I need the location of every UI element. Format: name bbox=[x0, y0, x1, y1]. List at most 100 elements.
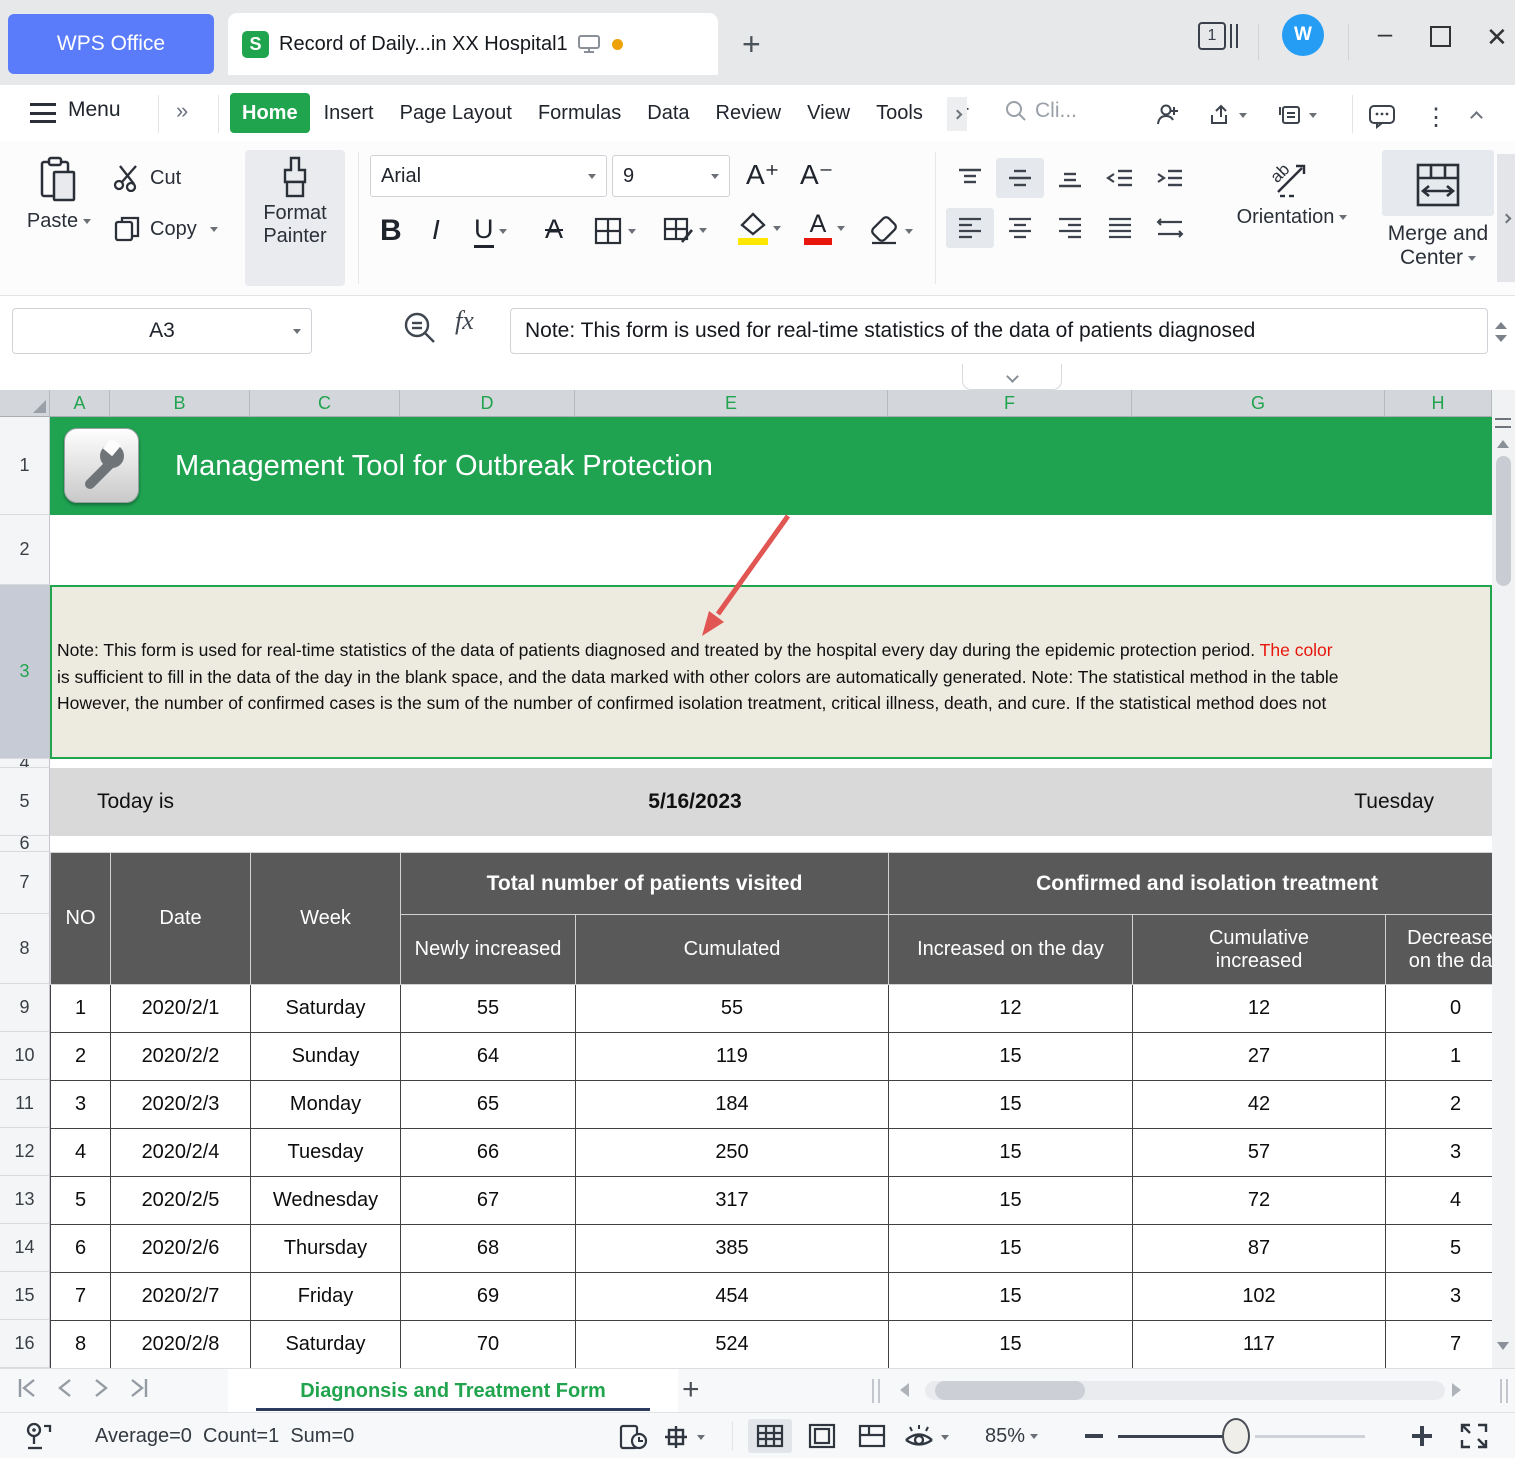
row-header-4[interactable]: 4 bbox=[0, 759, 50, 768]
selection-stats-icon[interactable] bbox=[22, 1422, 62, 1452]
cell-E11[interactable]: 184 bbox=[576, 1081, 889, 1129]
cut-button[interactable]: Cut bbox=[112, 164, 181, 192]
horizontal-scrollbar[interactable] bbox=[925, 1381, 1445, 1400]
column-header-C[interactable]: C bbox=[250, 390, 400, 417]
row-header-10[interactable]: 10 bbox=[0, 1032, 50, 1080]
add-collaborator-icon[interactable] bbox=[1155, 103, 1181, 127]
column-header-G[interactable]: G bbox=[1132, 390, 1385, 417]
cell-D12[interactable]: 66 bbox=[401, 1129, 576, 1177]
font-size-select[interactable]: 9 bbox=[612, 155, 730, 197]
title-banner-cell[interactable]: Management Tool for Outbreak Protection bbox=[50, 417, 1492, 515]
cell-F16[interactable]: 15 bbox=[889, 1321, 1133, 1369]
today-row[interactable]: Today is 5/16/2023 Tuesday bbox=[50, 768, 1492, 836]
cell-A16[interactable]: 8 bbox=[51, 1321, 111, 1369]
header-newly-increased[interactable]: Newly increased bbox=[401, 915, 576, 985]
hscroll-split-left[interactable] bbox=[872, 1379, 880, 1403]
collapse-ribbon-icon[interactable] bbox=[1472, 109, 1481, 127]
decrease-font-button[interactable]: A⁻ bbox=[800, 158, 833, 191]
pin-to-taskbar-button[interactable] bbox=[1278, 103, 1317, 127]
comment-icon[interactable] bbox=[1368, 103, 1396, 129]
cell-D13[interactable]: 67 bbox=[401, 1177, 576, 1225]
cell-G10[interactable]: 27 bbox=[1133, 1033, 1386, 1081]
selection-statistics[interactable]: Average=0 Count=1 Sum=0 bbox=[95, 1413, 354, 1458]
cell-E9[interactable]: 55 bbox=[576, 985, 889, 1033]
italic-button[interactable]: I bbox=[432, 214, 440, 246]
align-middle-button[interactable] bbox=[996, 158, 1044, 198]
cell-F9[interactable]: 12 bbox=[889, 985, 1133, 1033]
cell-G11[interactable]: 42 bbox=[1133, 1081, 1386, 1129]
underline-button[interactable]: U bbox=[474, 214, 507, 248]
cell-G16[interactable]: 117 bbox=[1133, 1321, 1386, 1369]
last-sheet-button[interactable] bbox=[126, 1375, 152, 1401]
row-header-7[interactable]: 7 bbox=[0, 852, 50, 914]
row-header-8[interactable]: 8 bbox=[0, 914, 50, 984]
cell-D14[interactable]: 68 bbox=[401, 1225, 576, 1273]
header-date[interactable]: Date bbox=[111, 853, 251, 985]
cell-A11[interactable]: 3 bbox=[51, 1081, 111, 1129]
note-cell-a3[interactable]: Note: This form is used for real-time st… bbox=[50, 585, 1492, 759]
cell-E15[interactable]: 454 bbox=[576, 1273, 889, 1321]
command-search[interactable]: Cli... bbox=[1005, 99, 1077, 123]
ribbon-tab-formulas[interactable]: Formulas bbox=[526, 93, 633, 133]
ribbon-tab-tools[interactable]: Tools bbox=[864, 93, 935, 133]
copy-button[interactable]: Copy bbox=[112, 214, 218, 244]
expand-formula-bar-button[interactable] bbox=[962, 364, 1062, 390]
cell-H12[interactable]: 3 bbox=[1386, 1129, 1493, 1177]
cell-D11[interactable]: 65 bbox=[401, 1081, 576, 1129]
cell-B13[interactable]: 2020/2/5 bbox=[111, 1177, 251, 1225]
cell-E12[interactable]: 250 bbox=[576, 1129, 889, 1177]
cell-G14[interactable]: 87 bbox=[1133, 1225, 1386, 1273]
formula-input[interactable]: Note: This form is used for real-time st… bbox=[510, 308, 1488, 354]
column-header-F[interactable]: F bbox=[888, 390, 1132, 417]
cell-A10[interactable]: 2 bbox=[51, 1033, 111, 1081]
borders-button[interactable] bbox=[593, 216, 636, 246]
column-header-B[interactable]: B bbox=[110, 390, 250, 417]
align-center-button[interactable] bbox=[996, 208, 1044, 248]
cell-B11[interactable]: 2020/2/3 bbox=[111, 1081, 251, 1129]
align-bottom-button[interactable] bbox=[1046, 158, 1094, 198]
align-right-button[interactable] bbox=[1046, 208, 1094, 248]
split-handle-icon[interactable] bbox=[1495, 418, 1511, 428]
cell-H16[interactable]: 7 bbox=[1386, 1321, 1493, 1369]
cell-D10[interactable]: 64 bbox=[401, 1033, 576, 1081]
cell-C16[interactable]: Saturday bbox=[251, 1321, 401, 1369]
cell-B16[interactable]: 2020/2/8 bbox=[111, 1321, 251, 1369]
ribbon-tab-review[interactable]: Review bbox=[704, 93, 794, 133]
cell-C10[interactable]: Sunday bbox=[251, 1033, 401, 1081]
column-header-E[interactable]: E bbox=[575, 390, 888, 417]
row-header-6[interactable]: 6 bbox=[0, 836, 50, 852]
reading-mode-eye-icon[interactable] bbox=[902, 1423, 949, 1451]
scroll-up-arrow[interactable] bbox=[1497, 440, 1509, 448]
cell-E16[interactable]: 524 bbox=[576, 1321, 889, 1369]
presentation-monitor-icon[interactable] bbox=[578, 34, 600, 54]
fill-color-button[interactable] bbox=[738, 212, 781, 245]
cell-E13[interactable]: 317 bbox=[576, 1177, 889, 1225]
scroll-down-arrow[interactable] bbox=[1497, 1342, 1509, 1350]
zoom-slider-thumb[interactable] bbox=[1222, 1418, 1250, 1454]
eraser-button[interactable] bbox=[868, 216, 913, 246]
zoom-out-button[interactable] bbox=[1085, 1434, 1103, 1438]
cell-A14[interactable]: 6 bbox=[51, 1225, 111, 1273]
header-increased-on-day[interactable]: Increased on the day bbox=[889, 915, 1133, 985]
align-left-button[interactable] bbox=[946, 208, 994, 248]
cell-C12[interactable]: Tuesday bbox=[251, 1129, 401, 1177]
font-name-select[interactable]: Arial bbox=[370, 155, 607, 197]
row-header-13[interactable]: 13 bbox=[0, 1176, 50, 1224]
cell-A9[interactable]: 1 bbox=[51, 985, 111, 1033]
cell-F11[interactable]: 15 bbox=[889, 1081, 1133, 1129]
row-header-3[interactable]: 3 bbox=[0, 585, 50, 759]
format-painter-button[interactable]: Format Painter bbox=[245, 150, 345, 286]
increase-indent-button[interactable] bbox=[1146, 158, 1194, 198]
ribbon-tab-home[interactable]: Home bbox=[230, 93, 310, 133]
cell-G12[interactable]: 57 bbox=[1133, 1129, 1386, 1177]
cell-E14[interactable]: 385 bbox=[576, 1225, 889, 1273]
cell-H15[interactable]: 3 bbox=[1386, 1273, 1493, 1321]
hscroll-split-right[interactable] bbox=[1500, 1379, 1508, 1403]
cell-C14[interactable]: Thursday bbox=[251, 1225, 401, 1273]
justify-button[interactable] bbox=[1096, 208, 1144, 248]
prev-sheet-button[interactable] bbox=[54, 1375, 76, 1401]
column-header-A[interactable]: A bbox=[50, 390, 110, 417]
cell-A13[interactable]: 5 bbox=[51, 1177, 111, 1225]
share-button[interactable] bbox=[1208, 103, 1247, 127]
vertical-scroll-thumb[interactable] bbox=[1496, 456, 1511, 586]
